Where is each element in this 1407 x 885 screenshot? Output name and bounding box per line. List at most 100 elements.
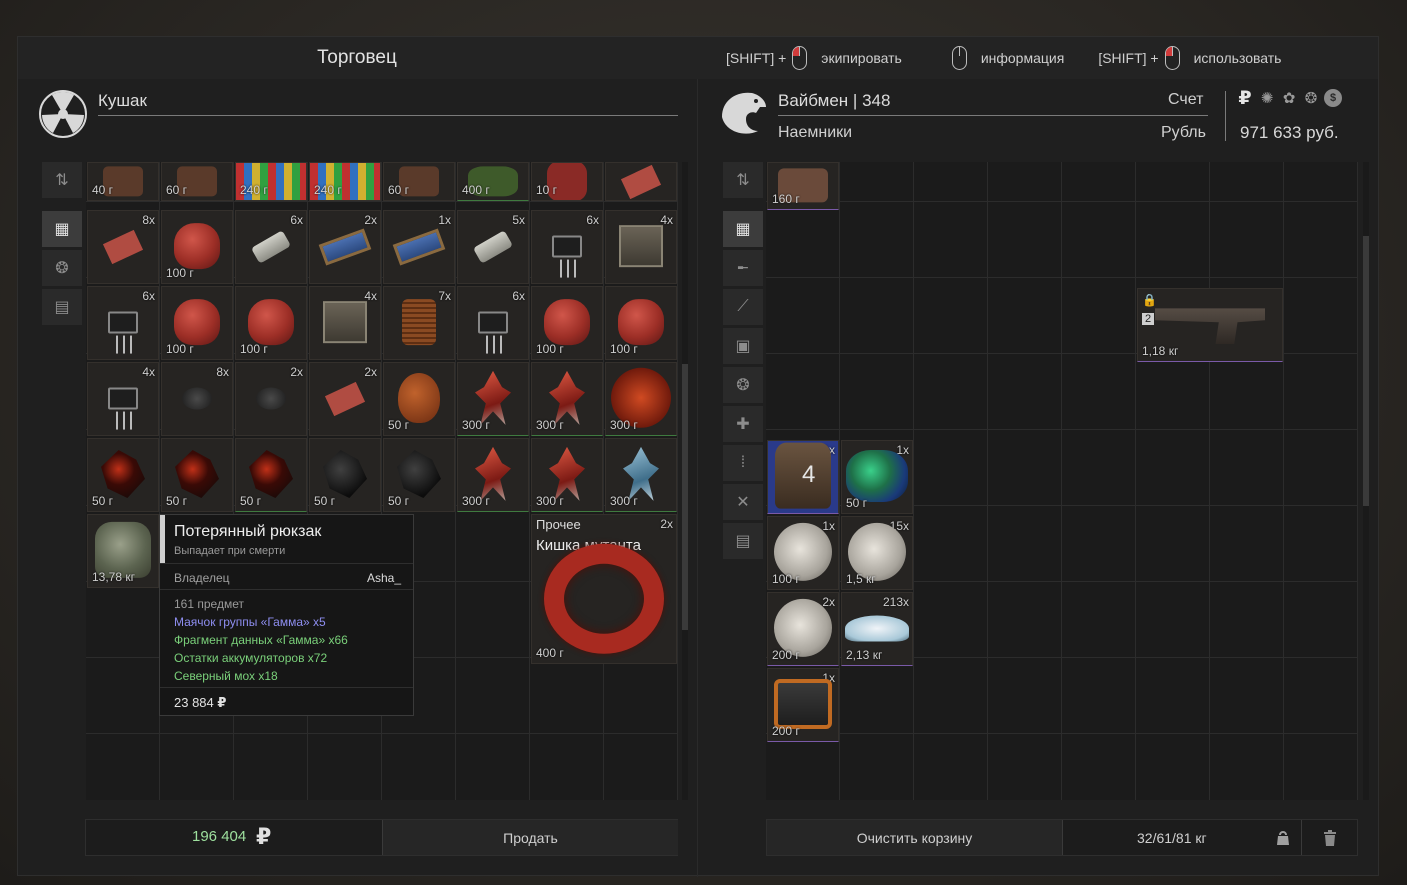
filter-medkit-button[interactable]: ✚ (723, 406, 763, 442)
inventory-item[interactable]: 6x (457, 286, 529, 360)
tablet-item[interactable]: 1x 200 г (767, 668, 839, 742)
grid-cell[interactable] (988, 162, 1062, 202)
inventory-item[interactable]: 50 г (161, 438, 233, 512)
inventory-item[interactable]: 100 г (161, 210, 233, 284)
grid-cell[interactable] (86, 582, 160, 658)
inventory-item[interactable]: 4x (87, 362, 159, 436)
grid-cell[interactable] (988, 658, 1062, 734)
sort-button[interactable]: ⇅ (723, 162, 763, 198)
grid-cell[interactable] (840, 734, 914, 800)
grid-cell[interactable] (1284, 162, 1358, 202)
filter-all-button[interactable]: ▦ (42, 211, 82, 247)
grid-cell[interactable] (766, 278, 840, 354)
grid-cell[interactable] (1136, 506, 1210, 582)
inventory-item[interactable]: 6x (235, 210, 307, 284)
grid-cell[interactable] (1062, 202, 1136, 278)
grid-cell[interactable] (914, 202, 988, 278)
grid-cell[interactable] (988, 278, 1062, 354)
grid-cell[interactable] (604, 734, 678, 800)
grid-cell[interactable] (766, 734, 840, 800)
inventory-item[interactable]: 1x (383, 210, 455, 284)
inventory-item[interactable]: 50 г (235, 438, 307, 512)
filter-misc-button[interactable]: ▤ (723, 523, 763, 559)
grid-cell[interactable] (1136, 658, 1210, 734)
grid-cell[interactable] (1210, 734, 1284, 800)
inventory-item[interactable]: 5x (457, 210, 529, 284)
inventory-item[interactable]: 300 г (531, 438, 603, 512)
grid-cell[interactable] (308, 734, 382, 800)
moss-item[interactable]: 1x 50 г (841, 440, 913, 514)
grid-cell[interactable] (86, 658, 160, 734)
pistol-item[interactable]: 🔒 2 1,18 кг (1137, 288, 1283, 362)
grid-cell[interactable] (1284, 278, 1358, 354)
grid-cell[interactable] (456, 582, 530, 658)
grid-cell[interactable] (840, 202, 914, 278)
filter-tools-button[interactable]: ✕ (723, 484, 763, 520)
inventory-item[interactable] (605, 162, 677, 201)
grid-cell[interactable] (1284, 734, 1358, 800)
grid-cell[interactable] (530, 658, 604, 734)
trader-scrollbar[interactable] (682, 162, 688, 800)
grid-cell[interactable] (1210, 202, 1284, 278)
inventory-item[interactable]: 7x (383, 286, 455, 360)
filter-artifact-button[interactable]: ❂ (723, 367, 763, 403)
grid-cell[interactable] (1062, 658, 1136, 734)
filter-misc-button[interactable]: ▤ (42, 289, 82, 325)
grid-cell[interactable] (1062, 734, 1136, 800)
grid-cell[interactable] (86, 734, 160, 800)
grid-cell[interactable] (604, 658, 678, 734)
grid-cell[interactable] (1062, 582, 1136, 658)
inventory-item[interactable]: 2x (309, 362, 381, 436)
ruble-currency-icon[interactable]: ₽ (1236, 88, 1254, 109)
inventory-item[interactable]: 2x (309, 210, 381, 284)
artifact-item[interactable]: 1x 100 г (767, 516, 839, 590)
grid-cell[interactable] (456, 506, 530, 582)
grid-cell[interactable] (1136, 354, 1210, 430)
inventory-item[interactable]: 160 г (767, 162, 839, 210)
inventory-item[interactable]: 60 г (383, 162, 455, 201)
grid-cell[interactable] (1210, 582, 1284, 658)
sell-button[interactable]: Продать (382, 820, 678, 855)
grid-cell[interactable] (988, 506, 1062, 582)
inventory-item[interactable]: 50 г (383, 438, 455, 512)
inventory-item[interactable]: 300 г (605, 438, 677, 512)
grid-cell[interactable] (456, 658, 530, 734)
grid-cell[interactable] (988, 202, 1062, 278)
grid-cell[interactable] (988, 430, 1062, 506)
grid-cell[interactable] (914, 734, 988, 800)
grid-cell[interactable] (1284, 506, 1358, 582)
grid-cell[interactable] (1136, 582, 1210, 658)
grid-cell[interactable] (914, 506, 988, 582)
grid-cell[interactable] (1210, 162, 1284, 202)
grid-cell[interactable] (530, 734, 604, 800)
grid-cell[interactable] (840, 354, 914, 430)
inventory-item[interactable]: 100 г (531, 286, 603, 360)
grid-cell[interactable] (1062, 354, 1136, 430)
inventory-item[interactable]: 4x (605, 210, 677, 284)
grid-cell[interactable] (382, 734, 456, 800)
grid-cell[interactable] (1136, 430, 1210, 506)
coin-currency-icon[interactable]: $ (1324, 89, 1342, 107)
inventory-item[interactable]: 6x (531, 210, 603, 284)
grid-cell[interactable] (456, 734, 530, 800)
inventory-item[interactable]: 300 г (531, 362, 603, 436)
grid-cell[interactable] (1284, 354, 1358, 430)
inventory-item[interactable]: 240 г (309, 162, 381, 201)
grid-cell[interactable] (1136, 202, 1210, 278)
grid-cell[interactable] (914, 658, 988, 734)
grid-cell[interactable] (1062, 278, 1136, 354)
grid-cell[interactable] (988, 354, 1062, 430)
grid-cell[interactable] (840, 162, 914, 202)
artifact-item[interactable]: 2x 200 г (767, 592, 839, 666)
grid-cell[interactable] (1210, 658, 1284, 734)
grid-cell[interactable] (914, 278, 988, 354)
mineral-currency-icon[interactable]: ❂ (1302, 89, 1320, 107)
grid-cell[interactable] (914, 430, 988, 506)
grid-cell[interactable] (914, 582, 988, 658)
grid-cell[interactable] (988, 734, 1062, 800)
flower-currency-icon[interactable]: ✿ (1280, 89, 1298, 107)
grid-cell[interactable] (234, 734, 308, 800)
grid-cell[interactable] (766, 202, 840, 278)
inventory-item[interactable]: 8x (161, 362, 233, 436)
inventory-item[interactable]: 300 г (457, 438, 529, 512)
